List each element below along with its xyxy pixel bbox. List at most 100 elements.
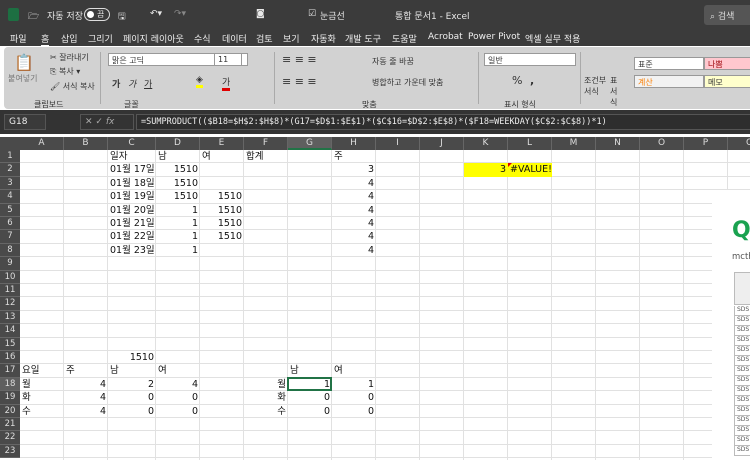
tab-8[interactable]: 보기 [283, 32, 300, 45]
row-header-16[interactable]: 16 [0, 351, 20, 365]
tab-9[interactable]: 자동화 [311, 32, 336, 45]
row-header-19[interactable]: 19 [0, 391, 20, 405]
cell-C19[interactable]: 0 [108, 391, 156, 404]
cell-D5[interactable]: 1 [156, 204, 200, 217]
font-size-select[interactable]: 11 [214, 53, 242, 66]
name-box[interactable]: G18 [4, 114, 46, 130]
cell-H1[interactable]: 주 [332, 150, 376, 163]
cell-F18[interactable]: 월 [244, 378, 288, 391]
column-header-K[interactable]: K [464, 137, 508, 150]
cell-H8[interactable]: 4 [332, 244, 376, 257]
row-header-2[interactable]: 2 [0, 163, 20, 177]
cell-H3[interactable]: 4 [332, 177, 376, 190]
camera-icon[interactable]: ◙ [256, 9, 265, 19]
cell-H17[interactable]: 여 [332, 364, 376, 377]
column-header-Q[interactable]: Q [728, 137, 750, 150]
row-header-18[interactable]: 18 [0, 377, 20, 392]
row-header-11[interactable]: 11 [0, 284, 20, 298]
align-icons-2[interactable]: ≡ ≡ ≡ [282, 75, 317, 88]
cell-D8[interactable]: 1 [156, 244, 200, 257]
bold-button[interactable]: 가 [112, 77, 120, 90]
cell-B20[interactable]: 4 [64, 405, 108, 418]
format-painter-button[interactable]: 🖌 서식 복사 [50, 81, 95, 92]
row-header-14[interactable]: 14 [0, 324, 20, 338]
tab-0[interactable]: 파일 [10, 32, 27, 45]
row-header-10[interactable]: 10 [0, 270, 20, 284]
cell-H7[interactable]: 4 [332, 230, 376, 243]
row-header-3[interactable]: 3 [0, 176, 20, 191]
column-header-G[interactable]: G [288, 137, 332, 150]
cell-C20[interactable]: 0 [108, 405, 156, 418]
cell-C7[interactable]: 01월 22일 [108, 230, 156, 243]
select-all-button[interactable] [0, 137, 20, 150]
row-header-7[interactable]: 7 [0, 230, 20, 244]
tab-1[interactable]: 홈 [41, 32, 50, 47]
cell-G17[interactable]: 남 [288, 364, 332, 377]
cell-A18[interactable]: 월 [20, 378, 64, 391]
number-format-select[interactable]: 일반 [484, 53, 576, 66]
column-header-A[interactable]: A [20, 137, 64, 150]
cell-E7[interactable]: 1510 [200, 230, 244, 243]
row-header-13[interactable]: 13 [0, 310, 20, 325]
cell-C5[interactable]: 01월 20일 [108, 204, 156, 217]
cell-C3[interactable]: 01월 18일 [108, 177, 156, 190]
merge-center-button[interactable]: 병합하고 가운데 맞춤 [372, 77, 443, 88]
cell-H19[interactable]: 0 [332, 391, 376, 404]
cell-F20[interactable]: 수 [244, 405, 288, 418]
row-header-12[interactable]: 12 [0, 297, 20, 311]
cell-D19[interactable]: 0 [156, 391, 200, 404]
row-header-4[interactable]: 4 [0, 190, 20, 204]
wrap-text-button[interactable]: 자동 줄 바꿈 [372, 56, 414, 67]
cell-C1[interactable]: 일자 [108, 150, 156, 163]
cell-A17[interactable]: 요일 [20, 364, 64, 377]
insert-function-button[interactable]: ✕ ✓ fx [80, 114, 134, 130]
style-memo[interactable]: 메모 [704, 75, 750, 88]
row-header-21[interactable]: 21 [0, 418, 20, 432]
gridlines-checkbox[interactable]: ☑ [308, 9, 316, 19]
row-header-9[interactable]: 9 [0, 257, 20, 271]
cell-G19[interactable]: 0 [288, 391, 332, 404]
row-header-6[interactable]: 6 [0, 217, 20, 231]
conditional-format-button[interactable]: 조건부 서식 [584, 75, 608, 97]
tab-12[interactable]: Acrobat [428, 32, 463, 42]
row-header-15[interactable]: 15 [0, 337, 20, 351]
cell-C16[interactable]: 1510 [108, 351, 156, 364]
row-header-23[interactable]: 23 [0, 444, 20, 459]
tab-13[interactable]: Power Pivot [468, 32, 520, 42]
align-icons[interactable]: ≡ ≡ ≡ [282, 53, 317, 66]
tab-7[interactable]: 검토 [256, 32, 273, 45]
cell-A20[interactable]: 수 [20, 405, 64, 418]
tab-5[interactable]: 수식 [194, 32, 211, 45]
cell-F19[interactable]: 화 [244, 391, 288, 404]
tab-10[interactable]: 개발 도구 [345, 32, 381, 45]
underline-button[interactable]: 가 [144, 77, 152, 90]
column-header-D[interactable]: D [156, 137, 200, 150]
fill-color-icon[interactable]: ◈ [196, 75, 203, 88]
row-header-8[interactable]: 8 [0, 243, 20, 258]
column-header-B[interactable]: B [64, 137, 108, 150]
cell-B18[interactable]: 4 [64, 378, 108, 391]
column-header-P[interactable]: P [684, 137, 728, 150]
cell-C17[interactable]: 남 [108, 364, 156, 377]
open-icon[interactable]: 🗁 [28, 9, 39, 25]
style-bad[interactable]: 나쁨 [704, 57, 750, 70]
row-header-1[interactable]: 1 [0, 150, 20, 164]
column-header-E[interactable]: E [200, 137, 244, 150]
cell-C6[interactable]: 01월 21일 [108, 217, 156, 230]
tab-3[interactable]: 그리기 [88, 32, 113, 45]
tab-4[interactable]: 페이지 레이아웃 [123, 32, 184, 45]
redo-icon[interactable]: ↷▾ [174, 9, 186, 19]
tab-11[interactable]: 도움말 [392, 32, 417, 45]
style-calc[interactable]: 계산 [634, 75, 704, 88]
cell-H20[interactable]: 0 [332, 405, 376, 418]
cell-C8[interactable]: 01월 23일 [108, 244, 156, 257]
cell-C4[interactable]: 01월 19일 [108, 190, 156, 203]
cell-D18[interactable]: 4 [156, 378, 200, 391]
cell-E1[interactable]: 여 [200, 150, 244, 163]
cell-E5[interactable]: 1510 [200, 204, 244, 217]
worksheet-grid[interactable]: A B C D E F G H I J K L M N O P Q 1 2 3 4 5 6 7 8 9 10 11 12 13 14 15 16… [0, 134, 750, 460]
paste-button[interactable]: 붙여넣기 [8, 73, 37, 84]
cell-D6[interactable]: 1 [156, 217, 200, 230]
save-icon[interactable]: 🖫 [118, 9, 126, 25]
column-header-J[interactable]: J [420, 137, 464, 150]
